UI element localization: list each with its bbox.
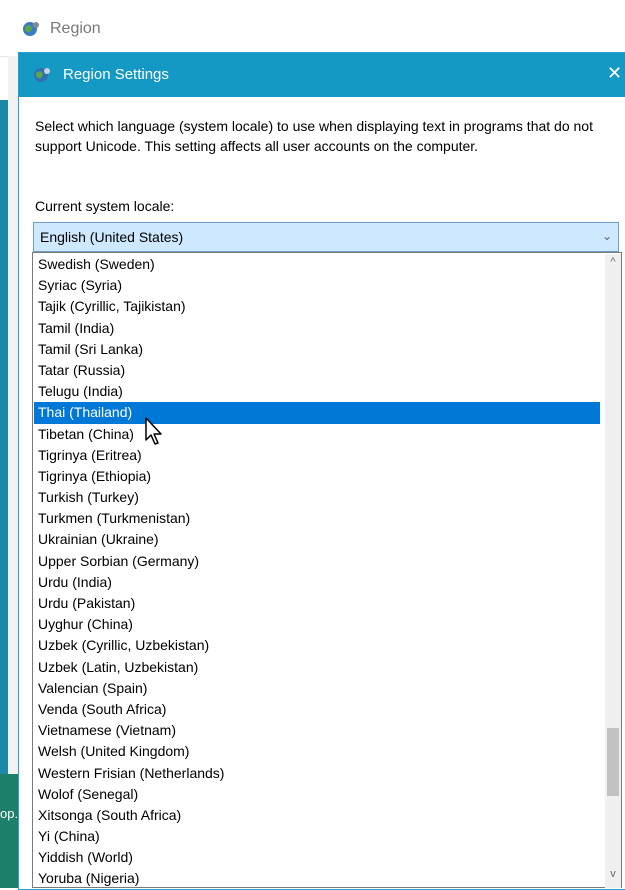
locale-option[interactable]: Swedish (Sweden) xyxy=(34,254,604,275)
region-globe-icon xyxy=(23,22,39,36)
system-locale-select[interactable]: English (United States) ⌄ xyxy=(33,222,619,252)
background-window-edge xyxy=(0,100,8,888)
locale-option[interactable]: Tigrinya (Ethiopia) xyxy=(34,466,604,487)
locale-option[interactable]: Uyghur (China) xyxy=(34,614,604,635)
locale-option[interactable]: Tibetan (China) xyxy=(34,424,604,445)
locale-options: Swedish (Sweden) Syriac (Syria) Tajik (Cyr… xyxy=(34,254,604,888)
locale-option[interactable]: Tajik (Cyrillic, Tajikistan) xyxy=(34,296,604,317)
locale-option[interactable]: Uzbek (Cyrillic, Uzbekistan) xyxy=(34,635,604,656)
locale-option[interactable]: Yiddish (World) xyxy=(34,847,604,868)
scroll-up-arrow-icon[interactable]: ^ xyxy=(605,256,621,272)
mouse-cursor-icon xyxy=(145,417,162,445)
locale-option[interactable]: Upper Sorbian (Germany) xyxy=(34,551,604,572)
locale-option[interactable]: Wolof (Senegal) xyxy=(34,784,604,805)
locale-option[interactable]: Urdu (India) xyxy=(34,572,604,593)
dialog-description: Select which language (system locale) to… xyxy=(35,118,593,154)
locale-option[interactable]: Tatar (Russia) xyxy=(34,360,604,381)
region-window-titlebar[interactable]: Region xyxy=(0,0,625,57)
locale-option[interactable]: Turkish (Turkey) xyxy=(34,487,604,508)
locale-option[interactable]: Yi (China) xyxy=(34,826,604,847)
locale-option[interactable]: Syriac (Syria) xyxy=(34,275,604,296)
region-globe-icon xyxy=(34,68,50,82)
locale-option[interactable]: Thai (Thailand) xyxy=(34,402,600,424)
region-window-title: Region xyxy=(50,20,101,37)
locale-option[interactable]: Tamil (India) xyxy=(34,318,604,339)
locale-option[interactable]: Vietnamese (Vietnam) xyxy=(34,720,604,741)
system-locale-value: English (United States) xyxy=(40,229,184,245)
scrollbar-thumb[interactable] xyxy=(607,727,619,796)
locale-option[interactable]: Turkmen (Turkmenistan) xyxy=(34,508,604,529)
locale-option[interactable]: Tigrinya (Eritrea) xyxy=(34,445,604,466)
locale-option[interactable]: Venda (South Africa) xyxy=(34,699,604,720)
dialog-titlebar[interactable]: Region Settings ✕ xyxy=(19,53,625,97)
current-locale-label: Current system locale: xyxy=(35,198,175,214)
locale-option[interactable]: Xitsonga (South Africa) xyxy=(34,805,604,826)
locale-option[interactable]: Western Frisian (Netherlands) xyxy=(34,763,604,784)
close-icon[interactable]: ✕ xyxy=(607,63,625,85)
chevron-down-icon: ⌄ xyxy=(601,229,612,243)
locale-option[interactable]: Urdu (Pakistan) xyxy=(34,593,604,614)
locale-dropdown-list[interactable]: Swedish (Sweden) Syriac (Syria) Tajik (Cyr… xyxy=(32,252,622,888)
locale-option[interactable]: Yoruba (Nigeria) xyxy=(34,868,604,889)
locale-option[interactable]: Telugu (India) xyxy=(34,381,604,402)
background-window-text: op. xyxy=(0,806,19,821)
scroll-down-arrow-icon[interactable]: v xyxy=(605,868,621,884)
locale-option[interactable]: Tamil (Sri Lanka) xyxy=(34,339,604,360)
locale-option[interactable]: Valencian (Spain) xyxy=(34,678,604,699)
locale-option[interactable]: Uzbek (Latin, Uzbekistan) xyxy=(34,657,604,678)
locale-option[interactable]: Ukrainian (Ukraine) xyxy=(34,529,604,550)
locale-option[interactable]: Welsh (United Kingdom) xyxy=(34,741,604,762)
dialog-title: Region Settings xyxy=(63,66,169,83)
dropdown-scrollbar[interactable]: ^ v xyxy=(605,254,621,888)
